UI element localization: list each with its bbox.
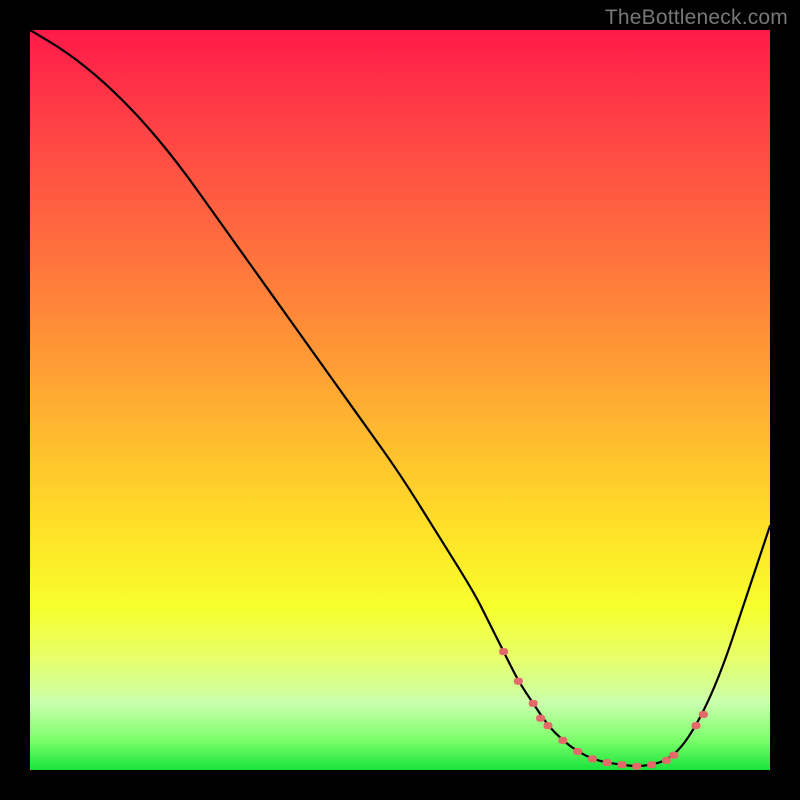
optimal-dot bbox=[536, 715, 545, 722]
optimal-dot bbox=[499, 648, 508, 655]
chart-frame: TheBottleneck.com bbox=[0, 0, 800, 800]
optimal-dot bbox=[544, 722, 553, 729]
bottleneck-curve-path bbox=[30, 30, 770, 766]
optimal-dot bbox=[529, 700, 538, 707]
optimal-dot bbox=[669, 752, 678, 759]
optimal-dot bbox=[662, 757, 671, 764]
optimal-dot bbox=[558, 737, 567, 744]
optimal-dot bbox=[603, 759, 612, 766]
chart-plot-area bbox=[30, 30, 770, 770]
optimal-dot bbox=[573, 748, 582, 755]
watermark-label: TheBottleneck.com bbox=[605, 6, 788, 30]
optimal-dot bbox=[618, 761, 627, 768]
bottleneck-curve-svg bbox=[30, 30, 770, 770]
optimal-dot bbox=[692, 722, 701, 729]
optimal-dot bbox=[699, 711, 708, 718]
optimal-dot bbox=[514, 678, 523, 685]
optimal-dot bbox=[647, 761, 656, 768]
optimal-dot bbox=[588, 755, 597, 762]
optimal-dot bbox=[632, 763, 641, 770]
